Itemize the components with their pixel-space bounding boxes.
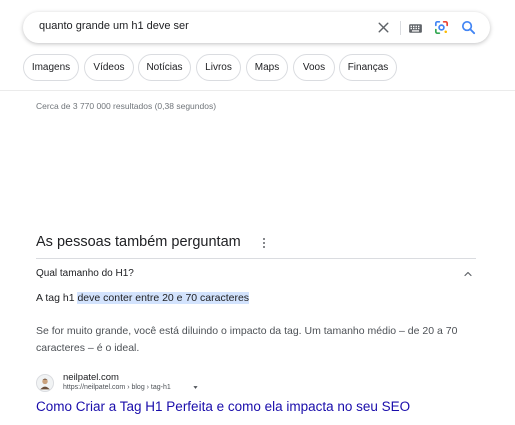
search-box[interactable]: quanto grande um h1 deve ser bbox=[23, 12, 490, 43]
result-stats: Cerca de 3 770 000 resultados (0,38 segu… bbox=[36, 101, 217, 111]
filter-chip-videos[interactable]: Vídeos bbox=[84, 54, 134, 81]
google-lens-icon[interactable] bbox=[433, 19, 450, 36]
dropdown-arrow-icon[interactable] bbox=[192, 384, 199, 391]
paa-divider bbox=[36, 258, 476, 259]
search-icon[interactable] bbox=[460, 19, 477, 36]
neilpatel-favicon bbox=[36, 374, 54, 392]
filter-chip-imagens[interactable]: Imagens bbox=[23, 54, 79, 81]
paa-answer-prefix: A tag h1 bbox=[36, 292, 78, 304]
filter-chip-livros[interactable]: Livros bbox=[196, 54, 241, 81]
paa-question[interactable]: Qual tamanho do H1? bbox=[36, 268, 134, 279]
filter-chip-voos[interactable]: Voos bbox=[293, 54, 335, 81]
header-divider bbox=[0, 90, 515, 91]
source-url: https://neilpatel.com › blog › tag-h1 bbox=[63, 384, 171, 391]
filter-chip-financas[interactable]: Finanças bbox=[339, 54, 397, 81]
keyboard-icon[interactable] bbox=[407, 20, 424, 37]
more-options-icon[interactable] bbox=[262, 238, 266, 250]
close-icon[interactable] bbox=[375, 19, 392, 36]
paa-answer-detail: Se for muito grande, você está diluindo … bbox=[36, 325, 458, 354]
filter-chip-maps[interactable]: Maps bbox=[246, 54, 288, 81]
filter-chip-noticias[interactable]: Notícias bbox=[138, 54, 191, 81]
source-site-name: neilpatel.com bbox=[63, 372, 119, 383]
chevron-up-icon[interactable] bbox=[462, 268, 474, 280]
paa-answer-highlight: deve conter entre 20 e 70 caracteres bbox=[77, 292, 250, 304]
search-box-divider bbox=[400, 21, 401, 35]
paa-title: As pessoas também perguntam bbox=[36, 234, 241, 250]
paa-answer: A tag h1 deve conter entre 20 e 70 carac… bbox=[36, 292, 250, 304]
result-title-link[interactable]: Como Criar a Tag H1 Perfeita e como ela … bbox=[36, 399, 410, 414]
search-input[interactable]: quanto grande um h1 deve ser bbox=[39, 20, 189, 32]
